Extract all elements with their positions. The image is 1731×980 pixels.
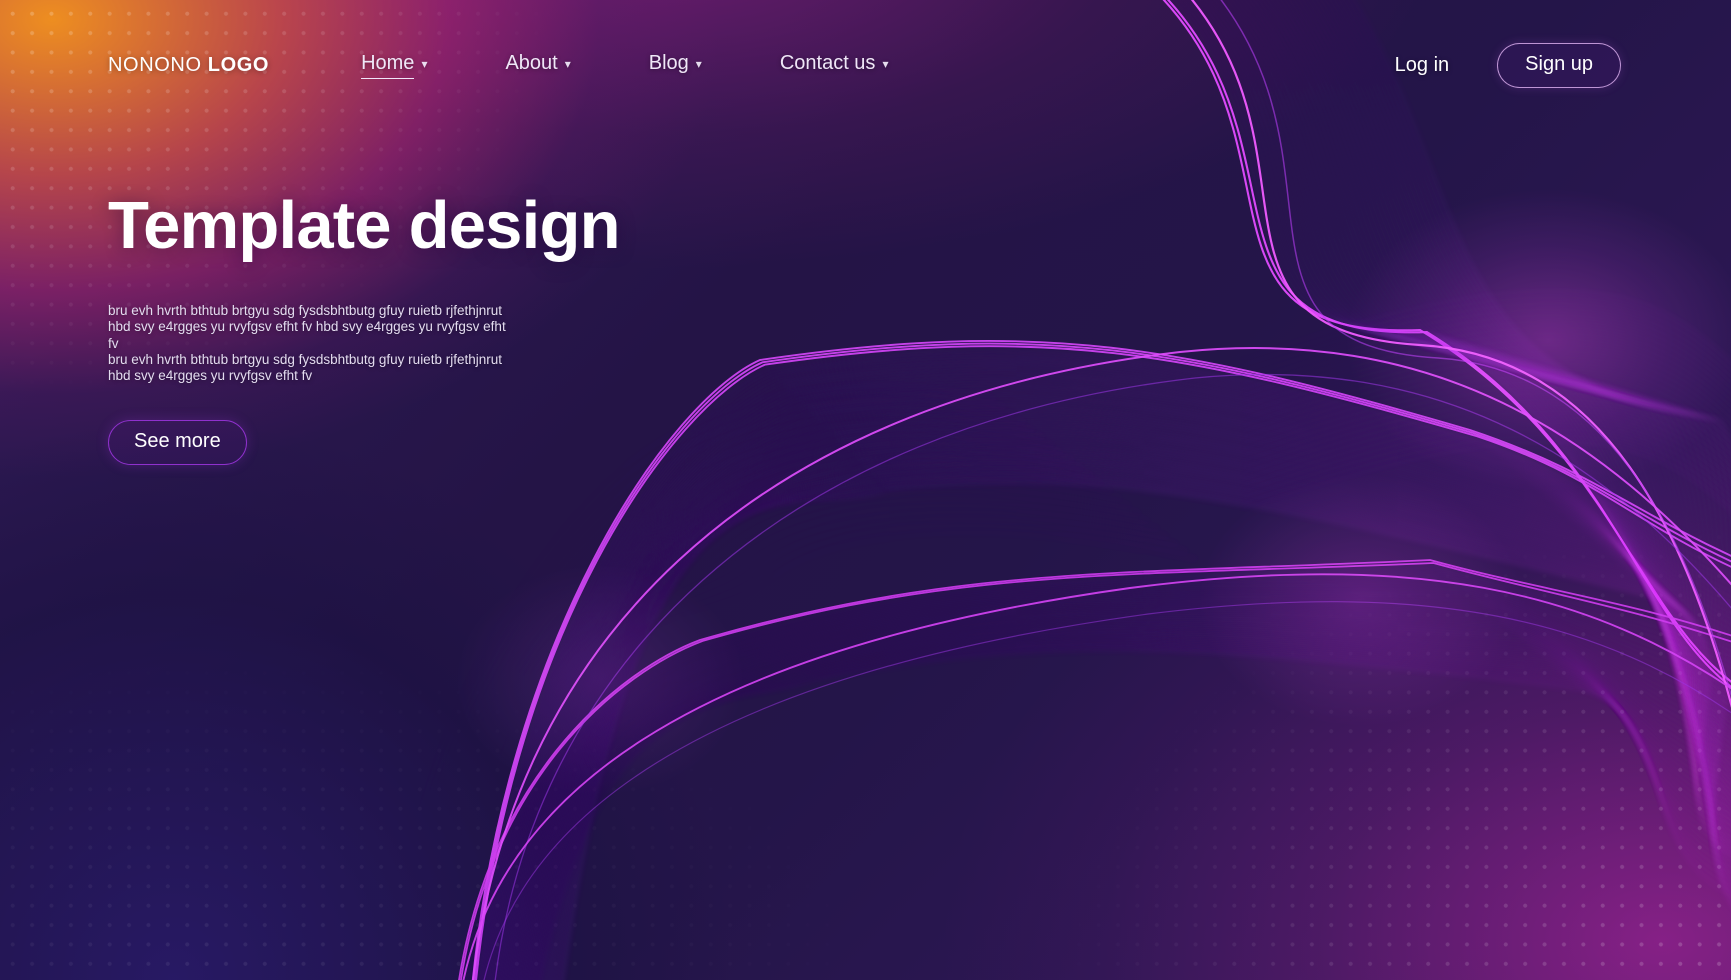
chevron-down-icon: ▾ [421, 56, 428, 71]
halftone-dot-overlay [0, 0, 1731, 980]
hero-paragraph-line: bru evh hvrth bthtub brtgyu sdg fysdsbht… [108, 303, 502, 319]
nav-item-label: Home [361, 52, 415, 79]
brand-logo[interactable]: NONONO LOGO [108, 54, 269, 77]
hero-paragraph-line: bru evh hvrth bthtub brtgyu sdg fysdsbht… [108, 351, 502, 367]
nav-item-contact-us[interactable]: Contact us ▾ [780, 52, 889, 78]
brand-logo-light: NONONO [108, 53, 202, 76]
brand-logo-bold: LOGO [207, 53, 270, 76]
nav-item-home[interactable]: Home ▾ [361, 52, 427, 79]
wave-glow-overlay [0, 0, 1731, 980]
wave-mesh-graphic [382, 0, 1731, 980]
nav-item-label: Blog [648, 52, 689, 74]
navbar: NONONO LOGO Home ▾ About ▾ Blog ▾ Contac… [0, 0, 1731, 130]
chevron-down-icon: ▾ [882, 57, 889, 71]
landing-page: NONONO LOGO Home ▾ About ▾ Blog ▾ Contac… [0, 0, 1731, 980]
nav-item-about[interactable]: About ▾ [505, 52, 570, 78]
chevron-down-icon: ▾ [564, 57, 571, 71]
chevron-down-icon: ▾ [695, 57, 702, 71]
nav-item-label: About [505, 52, 558, 74]
signup-button[interactable]: Sign up [1497, 42, 1621, 88]
see-more-button[interactable]: See more [108, 419, 247, 465]
hero-paragraph-line: hbd svy e4rgges yu rvyfgsv efht fv [108, 368, 313, 384]
hero-paragraph-line: hbd svy e4rgges yu rvyfgsv efht fv hbd s… [108, 319, 506, 351]
nav-item-blog[interactable]: Blog ▾ [649, 52, 702, 78]
hero-section: Template design bru evh hvrth bthtub brt… [108, 190, 728, 465]
primary-nav: Home ▾ About ▾ Blog ▾ Contact us ▾ [361, 52, 888, 79]
page-title: Template design [108, 188, 621, 263]
login-link[interactable]: Log in [1395, 54, 1450, 77]
nav-item-label: Contact us [779, 52, 876, 74]
hero-paragraph: bru evh hvrth bthtub brtgyu sdg fysdsbht… [108, 303, 508, 384]
nav-actions: Log in Sign up [1395, 42, 1621, 88]
